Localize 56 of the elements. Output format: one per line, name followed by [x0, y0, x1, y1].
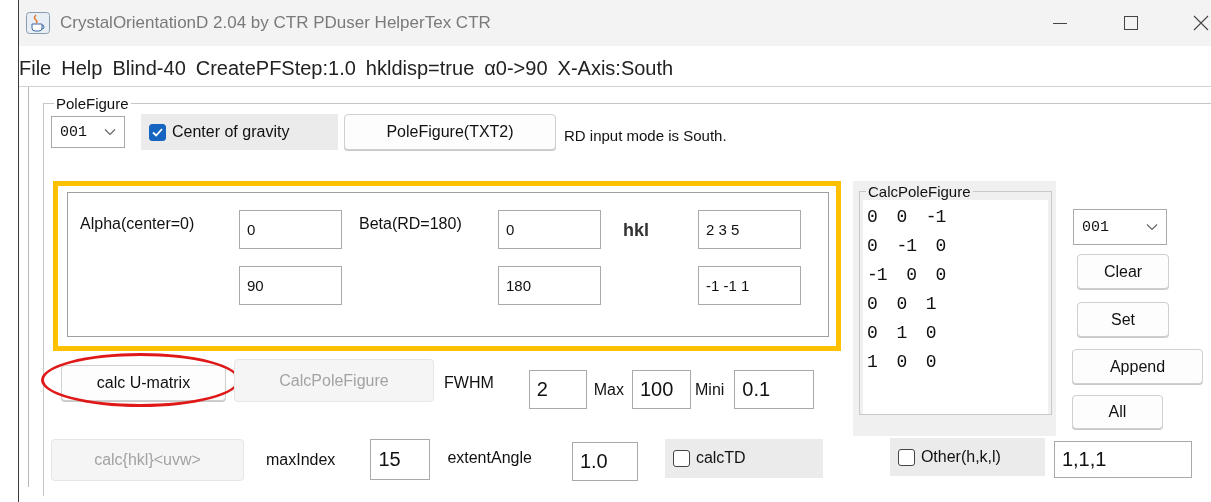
input-field[interactable]: 15 [370, 439, 431, 480]
action-button[interactable]: Clear [1077, 254, 1169, 289]
input-field[interactable]: 90 [239, 266, 342, 305]
input-field[interactable]: 2 3 5 [698, 210, 801, 249]
checkbox[interactable] [672, 449, 690, 467]
list-item[interactable]: 0 0 1 [867, 293, 1048, 315]
checkbox[interactable] [897, 448, 915, 466]
checkbox-label: Center of gravity [172, 123, 290, 141]
input-field[interactable]: 0 [239, 210, 342, 249]
menu-item[interactable]: CreatePFStep:1.0 [195, 57, 356, 80]
action-button[interactable]: Set [1077, 302, 1169, 337]
checkbox-label: Other(h,k,l) [920, 448, 1001, 466]
input-field[interactable]: 0 [498, 210, 601, 249]
status-text: RD input mode is South. [564, 126, 727, 144]
input-field[interactable]: 100 [632, 370, 691, 409]
list-item[interactable]: 0 1 0 [867, 322, 1048, 344]
menu-item[interactable]: Blind-40 [112, 57, 186, 80]
group-title: PoleFigure [55, 95, 130, 112]
list-item[interactable]: 1 0 0 [867, 351, 1048, 373]
field-label: FWHM [444, 374, 494, 392]
pole-figure-button[interactable]: PoleFigure(TXT2) [344, 114, 556, 150]
chevron-down-icon [104, 128, 116, 136]
window-title: CrystalOrientationD 2.04 by CTR PDuser HelperTex CTR [60, 13, 492, 33]
input-field[interactable]: 0.1 [734, 370, 815, 409]
input-field[interactable]: 180 [498, 266, 601, 305]
field-label: maxIndex [266, 450, 336, 469]
menu-item[interactable]: Help [61, 57, 103, 80]
input-field[interactable]: 1,1,1 [1053, 441, 1192, 478]
field-label: hkl [623, 220, 650, 241]
checkbox[interactable] [149, 123, 166, 141]
list-item[interactable]: 0 0 -1 [867, 206, 1048, 228]
action-button[interactable]: All [1072, 395, 1163, 429]
field-label: Max [593, 381, 624, 399]
action-button[interactable]: Append [1072, 349, 1203, 384]
menu-item[interactable]: hkldisp=true [365, 57, 475, 80]
dropdown[interactable]: 001 [51, 116, 125, 148]
menu-item[interactable]: File [19, 57, 52, 80]
input-field[interactable]: 1.0 [571, 442, 638, 481]
list-item[interactable]: -1 0 0 [867, 264, 1048, 286]
menu-item[interactable]: X-Axis:South [557, 57, 674, 80]
input-field[interactable]: 2 [528, 370, 587, 409]
dropdown[interactable]: 001 [1073, 209, 1167, 245]
close-icon[interactable] [1193, 14, 1209, 32]
field-label: Mini [695, 381, 725, 399]
menu-item[interactable]: α0->90 [484, 57, 548, 80]
maximize-icon[interactable] [1122, 14, 1140, 32]
group-title: CalcPoleFigure [867, 183, 972, 200]
field-label: extentAngle [447, 448, 532, 467]
action-button[interactable]: calc U-matrix [61, 365, 226, 401]
field-label: Beta(RD=180) [359, 215, 463, 233]
coffee-cup-icon [26, 12, 50, 34]
field-label: Alpha(center=0) [80, 215, 196, 233]
input-field[interactable]: -1 -1 1 [698, 266, 801, 305]
checkbox-label: calcTD [695, 449, 746, 467]
chevron-down-icon [1146, 223, 1158, 231]
list-item[interactable]: 0 -1 0 [867, 235, 1048, 257]
